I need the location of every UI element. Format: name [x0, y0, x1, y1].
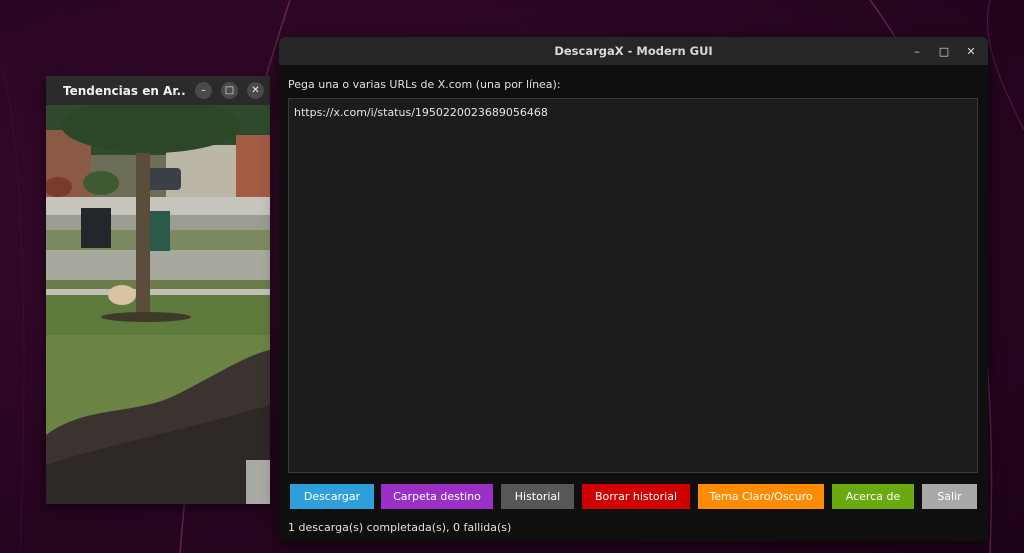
historial-button[interactable]: Historial	[501, 484, 574, 509]
tema-button[interactable]: Tema Claro/Oscuro	[698, 484, 824, 509]
acerca-de-button[interactable]: Acerca de	[832, 484, 914, 509]
maximize-icon[interactable]: □	[221, 82, 238, 99]
descargar-label: Descargar	[303, 490, 361, 503]
url-prompt-label: Pega una o varias URLs de X.com (una por…	[288, 78, 561, 91]
historial-label: Historial	[514, 490, 561, 503]
carpeta-destino-label: Carpeta destino	[393, 490, 481, 503]
window-controls: – □ ✕	[897, 37, 978, 65]
salir-button[interactable]: Salir	[922, 484, 977, 509]
url-text: https://x.com/i/status/19502200236890564…	[294, 106, 548, 119]
minimize-icon[interactable]: –	[195, 82, 212, 99]
salir-label: Salir	[937, 490, 962, 503]
minimize-icon[interactable]: –	[910, 44, 924, 58]
maximize-icon[interactable]: □	[937, 44, 951, 58]
borrar-historial-label: Borrar historial	[594, 490, 678, 503]
video-window-title: Tendencias en Ar...	[63, 83, 186, 98]
tema-label: Tema Claro/Oscuro	[709, 490, 813, 503]
main-window-title: DescargaX - Modern GUI	[554, 44, 713, 58]
video-titlebar[interactable]: Tendencias en Ar... – □ ✕	[46, 76, 270, 105]
status-text: 1 descarga(s) completada(s), 0 fallida(s…	[288, 521, 512, 534]
video-frame	[46, 105, 270, 504]
main-titlebar[interactable]: DescargaX - Modern GUI – □ ✕	[279, 37, 988, 65]
close-icon[interactable]: ✕	[964, 44, 978, 58]
url-textarea[interactable]: https://x.com/i/status/19502200236890564…	[288, 98, 978, 473]
descargar-button[interactable]: Descargar	[290, 484, 374, 509]
borrar-historial-button[interactable]: Borrar historial	[582, 484, 690, 509]
close-icon[interactable]: ✕	[247, 82, 264, 99]
acerca-de-label: Acerca de	[845, 490, 901, 503]
carpeta-destino-button[interactable]: Carpeta destino	[381, 484, 493, 509]
video-window[interactable]: Tendencias en Ar... – □ ✕	[46, 76, 270, 504]
main-window[interactable]: DescargaX - Modern GUI – □ ✕ Pega una o …	[279, 37, 988, 541]
